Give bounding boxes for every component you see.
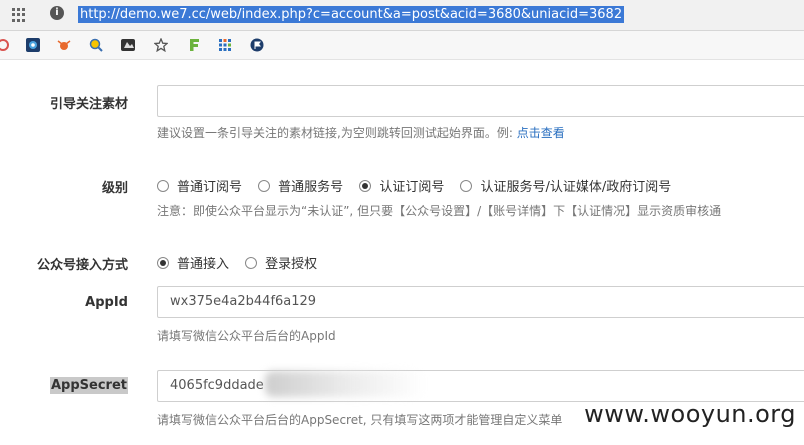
bookmark-eye-icon[interactable]	[26, 38, 40, 52]
guide-material-help: 建议设置一条引导关注的素材链接,为空则跳转回测试起始界面。例: 点击查看	[157, 124, 565, 141]
level-option-verified-service[interactable]: 认证服务号/认证媒体/政府订阅号	[460, 180, 671, 195]
bookmark-bug-icon[interactable]	[57, 38, 71, 52]
radio-icon[interactable]	[157, 180, 169, 192]
appid-input[interactable]: wx375e4a2b44f6a129	[157, 286, 804, 318]
level-option-verified-subscription[interactable]: 认证订阅号	[359, 180, 444, 195]
appid-help: 请填写微信公众平台后台的AppId	[157, 329, 336, 343]
radio-icon[interactable]	[460, 180, 473, 192]
bookmark-search-icon[interactable]	[89, 38, 103, 52]
address-bar: i http://demo.we7.cc/web/index.php?c=acc…	[0, 0, 804, 31]
appsecret-input[interactable]: 4065fc9ddade	[157, 370, 804, 402]
bookmark-cloud-icon[interactable]	[121, 38, 135, 52]
redaction-blur	[265, 371, 425, 397]
bookmark-grid-icon[interactable]	[218, 38, 232, 52]
page-info-icon[interactable]: i	[50, 6, 64, 20]
level-option-regular-service[interactable]: 普通服务号	[258, 180, 343, 195]
url-field[interactable]: http://demo.we7.cc/web/index.php?c=accou…	[78, 6, 625, 23]
apps-grid-icon[interactable]	[12, 8, 26, 22]
radio-selected-icon[interactable]	[359, 180, 372, 192]
watermark: www.wooyun.org	[584, 400, 796, 428]
access-method-label: 公众号接入方式	[36, 258, 128, 273]
bookmark-f-icon[interactable]	[187, 38, 201, 52]
access-option-normal[interactable]: 普通接入	[157, 257, 229, 272]
appid-label: AppId	[85, 295, 128, 310]
appsecret-label: AppSecret	[49, 377, 128, 394]
radio-icon[interactable]	[245, 257, 258, 269]
bookmark-star-icon[interactable]	[154, 38, 168, 52]
access-option-login-auth[interactable]: 登录授权	[245, 257, 317, 272]
level-note: 注意：即使公众平台显示为“未认证”, 但只要【公众号设置】/【账号详情】下【认证…	[157, 204, 722, 218]
bookmark-flag-icon[interactable]	[250, 38, 264, 52]
bookmarks-bar	[0, 31, 804, 60]
guide-material-input[interactable]	[157, 85, 804, 117]
guide-material-label: 引导关注素材	[49, 97, 128, 112]
radio-icon[interactable]	[258, 180, 271, 192]
appsecret-help: 请填写微信公众平台后台的AppSecret, 只有填写这两项才能管理自定义菜单	[157, 413, 563, 427]
level-label: 级别	[101, 181, 128, 196]
radio-selected-icon[interactable]	[157, 257, 169, 269]
guide-help-text: 建议设置一条引导关注的素材链接,为空则跳转回测试起始界面。例:	[157, 126, 517, 140]
bookmark-red-swirl-icon[interactable]	[0, 38, 10, 52]
view-example-link[interactable]: 点击查看	[517, 126, 565, 140]
access-radio-group: 普通接入 登录授权	[157, 253, 329, 272]
level-radio-group: 普通订阅号 普通服务号 认证订阅号 认证服务号/认证媒体/政府订阅号	[157, 176, 683, 195]
level-option-regular-subscription[interactable]: 普通订阅号	[157, 180, 242, 195]
